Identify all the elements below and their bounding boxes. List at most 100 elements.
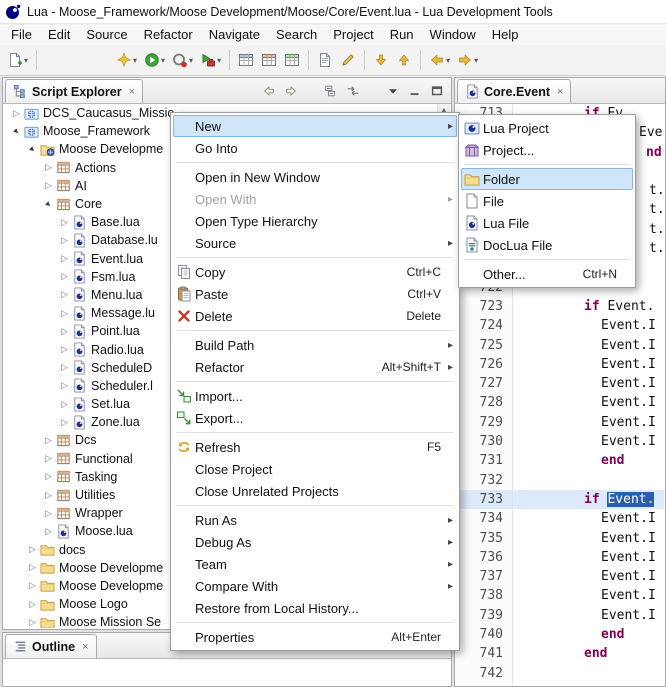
mark-occurrences-button[interactable] bbox=[337, 45, 359, 75]
code-line-735[interactable]: 735Event.I bbox=[456, 529, 664, 548]
tree-collapsed-arrow-icon[interactable]: ▷ bbox=[42, 490, 55, 501]
tree-collapsed-arrow-icon[interactable]: ▷ bbox=[42, 180, 55, 191]
table-view-3-button[interactable] bbox=[281, 45, 303, 75]
tree-collapsed-arrow-icon[interactable]: ▷ bbox=[42, 526, 55, 537]
dropdown-arrow-icon[interactable]: ▾ bbox=[446, 56, 450, 65]
dropdown-arrow-icon[interactable]: ▾ bbox=[474, 56, 478, 65]
menu-item-build-path[interactable]: Build Path▸ bbox=[173, 334, 457, 356]
menubar-run[interactable]: Run bbox=[382, 25, 422, 45]
menubar-window[interactable]: Window bbox=[422, 25, 484, 45]
menu-item-paste[interactable]: PasteCtrl+V bbox=[173, 283, 457, 305]
tree-collapsed-arrow-icon[interactable]: ▷ bbox=[10, 108, 23, 119]
close-view-icon[interactable]: × bbox=[82, 641, 88, 653]
tree-collapsed-arrow-icon[interactable]: ▷ bbox=[26, 599, 39, 610]
outline-tab[interactable]: Outline × bbox=[5, 634, 97, 658]
link-editor-button[interactable] bbox=[342, 80, 364, 102]
tree-collapsed-arrow-icon[interactable]: ▷ bbox=[42, 471, 55, 482]
tree-collapsed-arrow-icon[interactable]: ▷ bbox=[58, 235, 71, 246]
tree-collapsed-arrow-icon[interactable]: ▷ bbox=[58, 326, 71, 337]
menu-item-other[interactable]: Other...Ctrl+N bbox=[461, 263, 633, 285]
tree-collapsed-arrow-icon[interactable]: ▷ bbox=[42, 162, 55, 173]
code-line-732[interactable]: 732 bbox=[456, 471, 664, 490]
tree-collapsed-arrow-icon[interactable]: ▷ bbox=[58, 271, 71, 282]
tree-collapsed-arrow-icon[interactable]: ▷ bbox=[58, 417, 71, 428]
menu-item-compare-with[interactable]: Compare With▸ bbox=[173, 575, 457, 597]
menu-item-close-project[interactable]: Close Project bbox=[173, 458, 457, 480]
table-view-1-button[interactable] bbox=[235, 45, 257, 75]
next-annotation-button[interactable] bbox=[370, 45, 392, 75]
dropdown-arrow-icon[interactable]: ▾ bbox=[189, 56, 193, 65]
tree-collapsed-arrow-icon[interactable]: ▷ bbox=[26, 562, 39, 573]
tree-collapsed-arrow-icon[interactable]: ▷ bbox=[42, 508, 55, 519]
menu-item-source[interactable]: Source▸ bbox=[173, 232, 457, 254]
menu-item-delete[interactable]: DeleteDelete bbox=[173, 305, 457, 327]
menubar-refactor[interactable]: Refactor bbox=[136, 25, 201, 45]
code-line-737[interactable]: 737Event.I bbox=[456, 567, 664, 586]
tree-expanded-arrow-icon[interactable]: ▸ bbox=[8, 123, 25, 140]
tree-collapsed-arrow-icon[interactable]: ▷ bbox=[58, 380, 71, 391]
code-line-730[interactable]: 730Event.I bbox=[456, 432, 664, 451]
menu-item-run-as[interactable]: Run As▸ bbox=[173, 509, 457, 531]
menu-item-open-type-hierarchy[interactable]: Open Type Hierarchy bbox=[173, 210, 457, 232]
menu-item-import[interactable]: Import... bbox=[173, 385, 457, 407]
tree-collapsed-arrow-icon[interactable]: ▷ bbox=[58, 289, 71, 300]
code-line-727[interactable]: 727Event.I bbox=[456, 374, 664, 393]
menu-item-debug-as[interactable]: Debug As▸ bbox=[173, 531, 457, 553]
code-line-740[interactable]: 740end bbox=[456, 625, 664, 644]
code-line-738[interactable]: 738Event.I bbox=[456, 586, 664, 605]
menu-item-project[interactable]: Project... bbox=[461, 139, 633, 161]
code-line-726[interactable]: 726Event.I bbox=[456, 355, 664, 374]
code-line-739[interactable]: 739Event.I bbox=[456, 606, 664, 625]
tree-collapsed-arrow-icon[interactable]: ▷ bbox=[58, 399, 71, 410]
table-view-2-button[interactable] bbox=[258, 45, 280, 75]
menu-item-restore-from-local-history[interactable]: Restore from Local History... bbox=[173, 597, 457, 619]
run-button[interactable]: ▾ bbox=[141, 45, 168, 75]
new-wizard-button[interactable]: ▾ bbox=[4, 45, 31, 75]
menubar-help[interactable]: Help bbox=[484, 25, 527, 45]
menu-item-team[interactable]: Team▸ bbox=[173, 553, 457, 575]
menu-item-close-unrelated-projects[interactable]: Close Unrelated Projects bbox=[173, 480, 457, 502]
tree-collapsed-arrow-icon[interactable]: ▷ bbox=[26, 617, 39, 628]
menu-item-doclua-file[interactable]: DocLua File bbox=[461, 234, 633, 256]
menu-item-folder[interactable]: Folder bbox=[461, 168, 633, 190]
menubar-edit[interactable]: Edit bbox=[40, 25, 78, 45]
menu-item-lua-file[interactable]: Lua File bbox=[461, 212, 633, 234]
mini-forward-button[interactable] bbox=[280, 80, 302, 102]
menu-item-file[interactable]: File bbox=[461, 190, 633, 212]
minimize-button[interactable] bbox=[404, 80, 426, 102]
view-menu-button[interactable] bbox=[382, 80, 404, 102]
external-tools-button[interactable]: ▾ bbox=[197, 45, 224, 75]
run-coverage-button[interactable]: ▾ bbox=[169, 45, 196, 75]
menu-item-new[interactable]: New▸ bbox=[173, 115, 457, 137]
menu-item-go-into[interactable]: Go Into bbox=[173, 137, 457, 159]
menubar-file[interactable]: File bbox=[3, 25, 40, 45]
menubar-source[interactable]: Source bbox=[78, 25, 135, 45]
code-line-743[interactable]: 743if Event.ta bbox=[456, 683, 664, 685]
tree-collapsed-arrow-icon[interactable]: ▷ bbox=[26, 580, 39, 591]
code-line-741[interactable]: 741end bbox=[456, 644, 664, 663]
tree-collapsed-arrow-icon[interactable]: ▷ bbox=[58, 344, 71, 355]
dropdown-arrow-icon[interactable]: ▾ bbox=[217, 56, 221, 65]
tree-collapsed-arrow-icon[interactable]: ▷ bbox=[42, 453, 55, 464]
close-view-icon[interactable]: × bbox=[129, 86, 135, 98]
forward-history-button[interactable]: ▾ bbox=[454, 45, 481, 75]
code-line-733[interactable]: 733if Event. bbox=[456, 490, 664, 509]
dropdown-arrow-icon[interactable]: ▾ bbox=[24, 56, 28, 65]
dropdown-arrow-icon[interactable]: ▾ bbox=[133, 56, 137, 65]
code-line-725[interactable]: 725Event.I bbox=[456, 336, 664, 355]
code-line-742[interactable]: 742 bbox=[456, 664, 664, 683]
tree-collapsed-arrow-icon[interactable]: ▷ bbox=[58, 217, 71, 228]
editor-tab-core-event[interactable]: Core.Event × bbox=[457, 79, 571, 103]
tree-expanded-arrow-icon[interactable]: ▸ bbox=[40, 196, 57, 213]
tree-collapsed-arrow-icon[interactable]: ▷ bbox=[58, 253, 71, 264]
tree-collapsed-arrow-icon[interactable]: ▷ bbox=[42, 435, 55, 446]
menu-item-copy[interactable]: CopyCtrl+C bbox=[173, 261, 457, 283]
debug-button[interactable]: ▾ bbox=[113, 45, 140, 75]
collapse-all-button[interactable] bbox=[320, 80, 342, 102]
menubar-navigate[interactable]: Navigate bbox=[201, 25, 268, 45]
menu-item-export[interactable]: Export... bbox=[173, 407, 457, 429]
menu-item-refresh[interactable]: RefreshF5 bbox=[173, 436, 457, 458]
menubar-search[interactable]: Search bbox=[268, 25, 325, 45]
open-page-button[interactable] bbox=[314, 45, 336, 75]
menu-item-lua-project[interactable]: Lua Project bbox=[461, 117, 633, 139]
